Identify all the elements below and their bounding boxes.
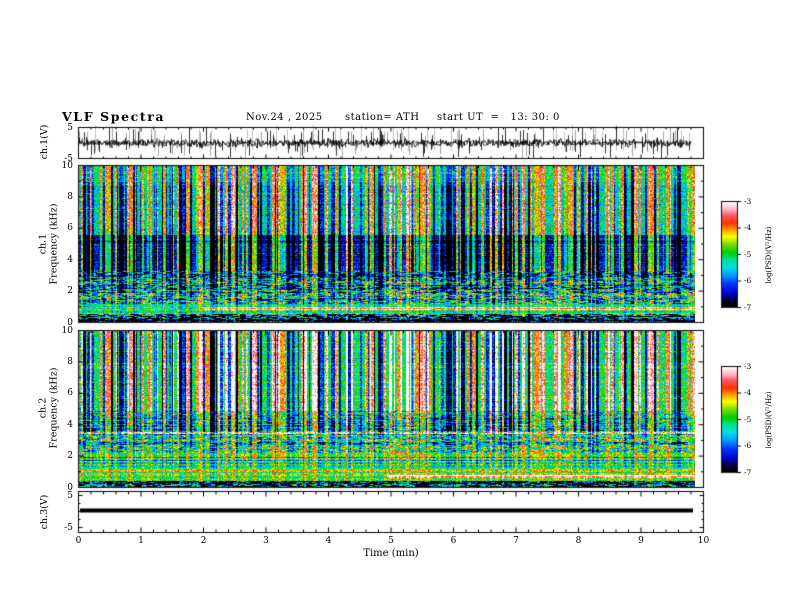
colorbar-tick-label: -5 [744,249,752,259]
colorbar-tick-label: -3 [744,196,752,206]
colorbar-tick-label: -7 [744,302,752,312]
ch1-spec-ylabel-line2: Frequency (kHz) [48,203,59,285]
ch2-spec-ytick-label: 6 [67,388,73,399]
colorbar-tick-label: -5 [744,414,752,424]
colorbar-tick-label: -4 [744,388,752,397]
x-tick-label: 5 [388,536,394,546]
ch1-spec-ytick-label: 6 [67,223,73,234]
ch2-spec-ytick-label: 8 [67,356,73,367]
vlf-spectra-figure: VLF Spectra Nov.24 , 2025 station= ATH s… [0,0,792,612]
x-axis-title: Time (min) [363,548,419,559]
colorbar-tick-label: -6 [744,441,752,450]
colorbar-tick-label: -7 [744,467,752,477]
ch2-spec-ytick-label: 10 [61,325,73,336]
x-tick-label: 3 [263,536,269,546]
ch2-spec-ylabel-line1: ch.2 [37,397,49,419]
ch1-spec-ytick-label: 8 [67,191,73,202]
x-tick-label: 8 [575,536,582,546]
x-tick-label: 2 [200,536,207,546]
ch1-spec-ylabel-line1: ch.1 [37,233,49,255]
ch2-spec-ylabel: ch.2 Frequency (kHz) [37,367,60,449]
x-tick-label: 0 [75,536,82,546]
header-date: Nov.24 , 2025 [246,112,323,123]
figure-title: VLF Spectra [62,109,166,124]
x-tick-label: 10 [697,536,710,546]
ch1-spec-ytick-label: 2 [67,286,73,297]
x-tick-label: 6 [450,536,457,546]
ch1-colorbar-label: log(PSD)(V²/Hz) [765,226,773,284]
colorbar-tick-label: -3 [744,361,752,371]
axes-frame-canvas [0,0,792,612]
header-start-ut: start UT = 13: 30: 0 [437,112,560,123]
ch1-spec-ylabel: ch.1 Frequency (kHz) [37,203,60,285]
x-tick-label: 4 [325,536,332,546]
header-station: station= ATH [345,112,420,123]
ch2-spec-ylabel-line2: Frequency (kHz) [48,367,59,449]
ch1-wave-ytick-label: 5 [67,122,73,133]
ch2-spec-ytick-label: 4 [67,419,73,430]
x-tick-label: 7 [513,536,519,546]
ch3-wave-ytick-label: 5 [67,490,73,501]
ch2-spec-ytick-label: 2 [67,451,73,462]
ch1-wave-ytick-label: -5 [64,153,73,164]
colorbar-tick-label: -4 [744,223,752,232]
ch2-colorbar-label: log(PSD)(V²/Hz) [765,391,773,449]
ch3-wave-ytick-label: -5 [64,522,73,533]
x-tick-label: 1 [138,536,144,546]
ch1-spec-ytick-label: 4 [67,254,73,265]
colorbar-tick-label: -6 [744,276,752,285]
x-tick-label: 9 [638,536,644,546]
